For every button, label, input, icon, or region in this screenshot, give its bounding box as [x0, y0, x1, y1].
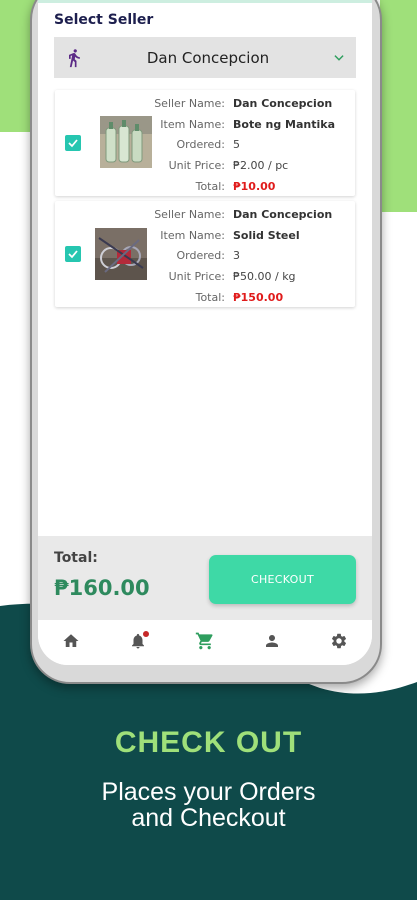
unit-price-value: ₱2.00 / pc	[233, 158, 289, 172]
nav-profile[interactable]	[257, 626, 287, 656]
seller-name-value: Dan Concepcion	[233, 96, 333, 110]
ordered-label: Ordered:	[176, 249, 225, 263]
status-strip	[38, 0, 372, 3]
unit-price-label: Unit Price:	[168, 158, 225, 172]
chevron-down-icon	[334, 54, 344, 61]
item-checkbox[interactable]	[65, 135, 81, 151]
seller-name-label: Seller Name:	[154, 207, 225, 221]
item-details: Seller Name: Dan Concepcion Item Name: Bot…	[150, 93, 355, 196]
check-icon	[68, 139, 78, 148]
check-icon	[68, 250, 78, 259]
promo-subtitle-line-2: and Checkout	[131, 804, 286, 832]
item-thumbnail-bottles	[100, 116, 152, 168]
ordered-value: 3	[233, 249, 240, 263]
walking-person-icon	[69, 48, 80, 67]
item-name-label: Item Name:	[160, 117, 225, 131]
ordered-value: 5	[233, 138, 240, 152]
seller-name-value: Dan Concepcion	[233, 207, 333, 221]
item-total-value: ₱150.00	[233, 290, 284, 304]
promo-subtitle: Places your Orders and Checkout	[60, 779, 357, 831]
seller-dropdown[interactable]: Dan Concepcion	[54, 37, 356, 78]
nav-home[interactable]	[56, 626, 86, 656]
nav-cart[interactable]	[190, 626, 220, 656]
item-name-label: Item Name:	[160, 228, 225, 242]
order-item-card: Seller Name: Dan Concepcion Item Name: Sol…	[55, 201, 355, 307]
bottom-navigation	[38, 620, 372, 665]
order-item-card: Seller Name: Dan Concepcion Item Name: Bot…	[55, 90, 355, 196]
item-checkbox[interactable]	[65, 246, 81, 262]
checkout-button[interactable]: CHECKOUT	[209, 555, 356, 604]
section-title: Select Seller	[54, 12, 154, 28]
item-thumbnail-steel	[95, 228, 147, 280]
item-total-label: Total:	[195, 290, 225, 304]
cart-icon	[195, 632, 213, 649]
total-label: Total:	[54, 550, 98, 566]
item-name-value: Bote ng Mantika	[233, 117, 335, 131]
seller-name-label: Seller Name:	[154, 96, 225, 110]
total-value: ₱160.00	[54, 576, 150, 600]
home-icon	[63, 633, 79, 647]
unit-price-label: Unit Price:	[168, 269, 225, 283]
promo-headline: CHECK OUT	[114, 726, 303, 759]
promo-subtitle-line-1: Places your Orders	[101, 778, 316, 806]
person-icon	[265, 634, 278, 647]
selected-seller-name: Dan Concepcion	[146, 48, 270, 67]
ordered-label: Ordered:	[176, 138, 225, 152]
item-details: Seller Name: Dan Concepcion Item Name: Sol…	[150, 204, 355, 307]
checkout-summary-bar: Total: ₱160.00 CHECKOUT	[38, 536, 372, 620]
unit-price-value: ₱50.00 / kg	[233, 269, 296, 283]
gear-icon	[331, 633, 346, 648]
notification-badge	[143, 630, 150, 637]
nav-settings[interactable]	[324, 626, 354, 656]
item-total-label: Total:	[195, 179, 225, 193]
item-total-value: ₱10.00	[233, 179, 276, 193]
item-name-value: Solid Steel	[233, 228, 300, 242]
app-screen: Select Seller Dan Concepcion Seller Name…	[38, 0, 372, 665]
nav-notifications[interactable]	[123, 626, 153, 656]
